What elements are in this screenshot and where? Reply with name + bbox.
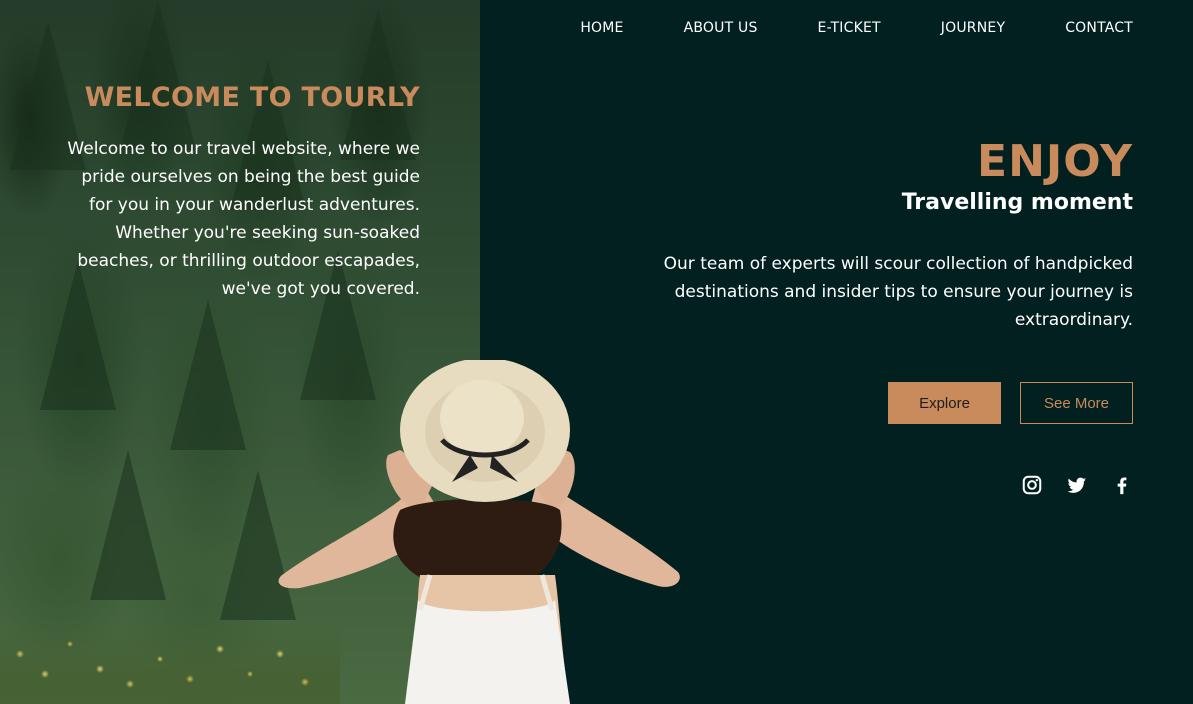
welcome-title: WELCOME TO TOURLY bbox=[84, 82, 420, 113]
nav-contact[interactable]: CONTACT bbox=[1065, 20, 1133, 36]
hero-subheadline: Travelling moment bbox=[901, 190, 1133, 215]
hero-headline: ENJOY bbox=[977, 136, 1133, 187]
social-links bbox=[1021, 474, 1133, 496]
hero-description: Our team of experts will scour collectio… bbox=[663, 254, 1133, 330]
nav-journey[interactable]: JOURNEY bbox=[941, 20, 1005, 36]
welcome-section: WELCOME TO TOURLY Welcome to our travel … bbox=[60, 82, 420, 303]
welcome-text: Welcome to our travel website, where we … bbox=[67, 139, 420, 299]
nav-home[interactable]: HOME bbox=[580, 20, 623, 36]
see-more-button[interactable]: See More bbox=[1020, 382, 1133, 424]
main-navigation: HOME ABOUT US E-TICKET JOURNEY CONTACT bbox=[580, 20, 1133, 36]
facebook-icon[interactable] bbox=[1111, 474, 1133, 496]
nav-about-us[interactable]: ABOUT US bbox=[684, 20, 758, 36]
twitter-icon[interactable] bbox=[1066, 474, 1088, 496]
hero-section: ENJOY Travelling moment Our team of expe… bbox=[613, 136, 1133, 334]
instagram-icon[interactable] bbox=[1021, 474, 1043, 496]
explore-button[interactable]: Explore bbox=[888, 382, 1001, 424]
woman-with-hat-image bbox=[270, 358, 690, 704]
nav-e-ticket[interactable]: E-TICKET bbox=[818, 20, 881, 36]
hero-actions: Explore See More bbox=[888, 382, 1133, 424]
